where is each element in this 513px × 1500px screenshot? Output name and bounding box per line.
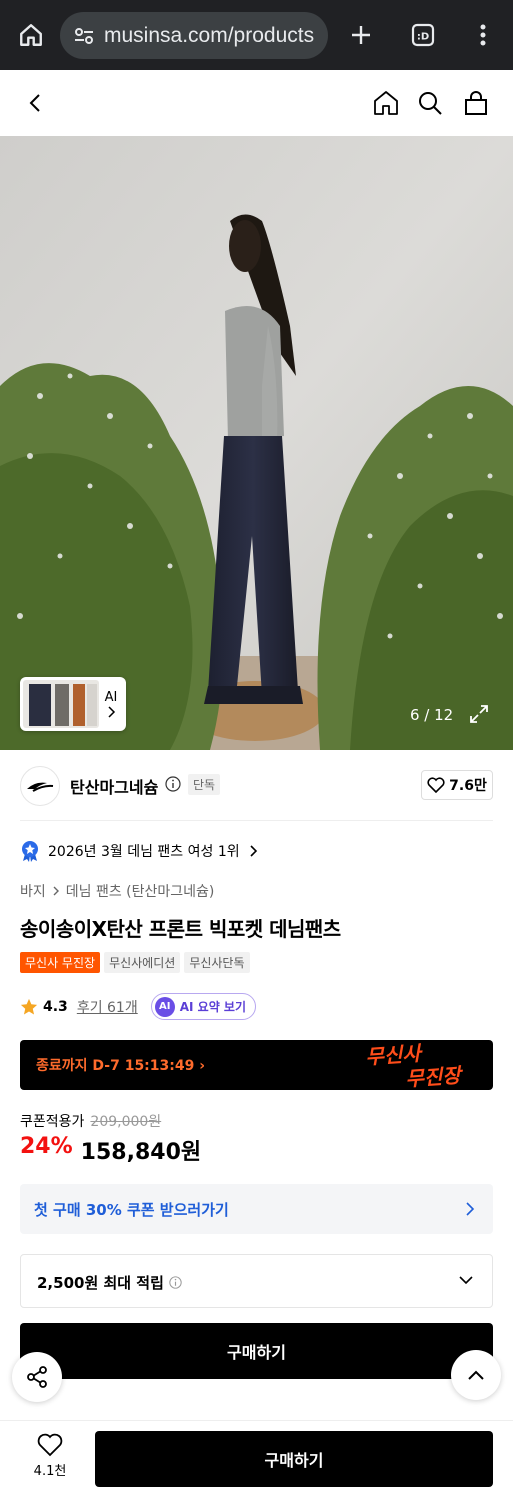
price-label-row: 쿠폰적용가 209,000원 (20, 1111, 161, 1131)
back-icon[interactable] (18, 70, 54, 136)
brand-row: 탄산마그네슘 단독 7.6만 (0, 760, 513, 818)
site-settings-icon[interactable] (64, 12, 104, 59)
ranking-text: 2026년 3월 데님 팬츠 여성 1위 (48, 844, 240, 860)
tag-musinsa-edition: 무신사에디션 (104, 952, 181, 973)
share-button[interactable] (12, 1352, 62, 1402)
info-icon[interactable] (169, 1276, 182, 1289)
thumbnail-ai-label: AI (104, 689, 118, 705)
chevron-up-icon (468, 1370, 484, 1380)
brand-logo[interactable] (20, 766, 60, 806)
chevron-right-icon (53, 886, 59, 896)
bottom-buy-button[interactable]: 구매하기 (95, 1431, 493, 1487)
breadcrumb: 바지 데님 팬츠 (탄산마그네슘) (20, 881, 214, 901)
ai-badge-icon: AI (154, 996, 175, 1017)
breadcrumb-item[interactable]: 바지 (20, 881, 46, 901)
bottom-purchase-bar: 4.1천 구매하기 (0, 1420, 513, 1500)
url-text[interactable]: musinsa.com/products (104, 24, 314, 48)
coupon-price-label: 쿠폰적용가 (20, 1114, 85, 1130)
buy-button[interactable]: 구매하기 (20, 1323, 493, 1379)
thumbnail-image (23, 680, 99, 728)
app-header (0, 70, 513, 136)
chevron-right-icon (108, 705, 116, 718)
expand-icon[interactable] (468, 703, 490, 729)
svg-text::D: :D (417, 32, 429, 43)
timer-countdown: 종료까지 D-7 15:13:49 (36, 1058, 195, 1074)
chevron-right-icon: › (199, 1058, 206, 1074)
ai-summary-button[interactable]: AI AI 요약 보기 (150, 993, 256, 1020)
tag-mujinjang: 무신사 무진장 (20, 952, 101, 973)
info-icon[interactable] (165, 776, 181, 796)
original-price: 209,000원 (90, 1114, 162, 1130)
first-purchase-coupon[interactable]: 첫 구매 30% 쿠폰 받으러가기 (20, 1184, 493, 1234)
review-link[interactable]: 후기 61개 (77, 997, 138, 1017)
chevron-right-icon (466, 1202, 475, 1216)
exclusive-badge: 단독 (188, 774, 221, 795)
svg-text:무진장: 무진장 (405, 1063, 465, 1090)
product-image[interactable] (0, 136, 513, 750)
mujinjang-logo: 무신사 무진장 (365, 1042, 465, 1090)
rating-row: 4.3 후기 61개 AI AI 요약 보기 (20, 993, 256, 1020)
chevron-right-icon (250, 845, 257, 857)
home-icon[interactable] (368, 70, 404, 136)
scroll-top-button[interactable] (451, 1350, 501, 1400)
sale-timer-banner[interactable]: 종료까지 D-7 15:13:49 › 무신사 무진장 (20, 1040, 493, 1090)
product-title: 송이송이X탄산 프론트 빅포켓 데님팬츠 (20, 917, 341, 941)
points-text: 2,500원 최대 적립 (37, 1274, 164, 1292)
price-row: 24% 158,840원 (20, 1134, 201, 1166)
coupon-text: 첫 구매 30% 쿠폰 받으러가기 (34, 1201, 229, 1219)
star-icon (20, 998, 38, 1014)
final-price: 158,840원 (80, 1140, 202, 1165)
brand-like-count: 7.6만 (449, 778, 487, 794)
product-tags: 무신사 무진장 무신사에디션 무신사단독 (20, 952, 250, 973)
divider (20, 820, 493, 821)
brand-like-button[interactable]: 7.6만 (421, 770, 493, 800)
svg-text:무신사: 무신사 (365, 1042, 424, 1069)
search-icon[interactable] (412, 70, 448, 136)
more-menu-icon[interactable] (462, 0, 504, 70)
heart-icon (37, 1433, 63, 1457)
home-icon[interactable] (10, 0, 52, 70)
ranking-link[interactable]: 2026년 3월 데님 팬츠 여성 1위 (20, 840, 258, 862)
ranking-medal-icon (22, 841, 38, 862)
chevron-down-icon (459, 1276, 473, 1285)
ai-summary-label: AI 요약 보기 (179, 1000, 246, 1014)
share-icon (27, 1366, 47, 1388)
image-counter: 6 / 12 (410, 706, 454, 724)
browser-toolbar: musinsa.com/products :D (0, 0, 513, 70)
discount-rate: 24% (20, 1134, 73, 1159)
breadcrumb-item[interactable]: 데님 팬츠 (탄산마그네슘) (66, 881, 215, 901)
timer-text: 종료까지 D-7 15:13:49 › (36, 1055, 205, 1075)
heart-icon (427, 777, 445, 793)
gallery-thumbnail[interactable]: AI (20, 677, 126, 731)
cart-icon[interactable] (458, 70, 494, 136)
rating-score: 4.3 (43, 998, 68, 1015)
tab-switcher-icon[interactable]: :D (402, 0, 444, 70)
new-tab-icon[interactable] (340, 0, 382, 70)
wishlist-button[interactable]: 4.1천 (20, 1433, 80, 1479)
tag-musinsa-exclusive: 무신사단독 (184, 952, 250, 973)
brand-name[interactable]: 탄산마그네슘 (70, 774, 158, 798)
address-bar[interactable]: musinsa.com/products (60, 12, 328, 59)
points-accordion[interactable]: 2,500원 최대 적립 (20, 1254, 493, 1308)
wishlist-count: 4.1천 (33, 1464, 67, 1479)
